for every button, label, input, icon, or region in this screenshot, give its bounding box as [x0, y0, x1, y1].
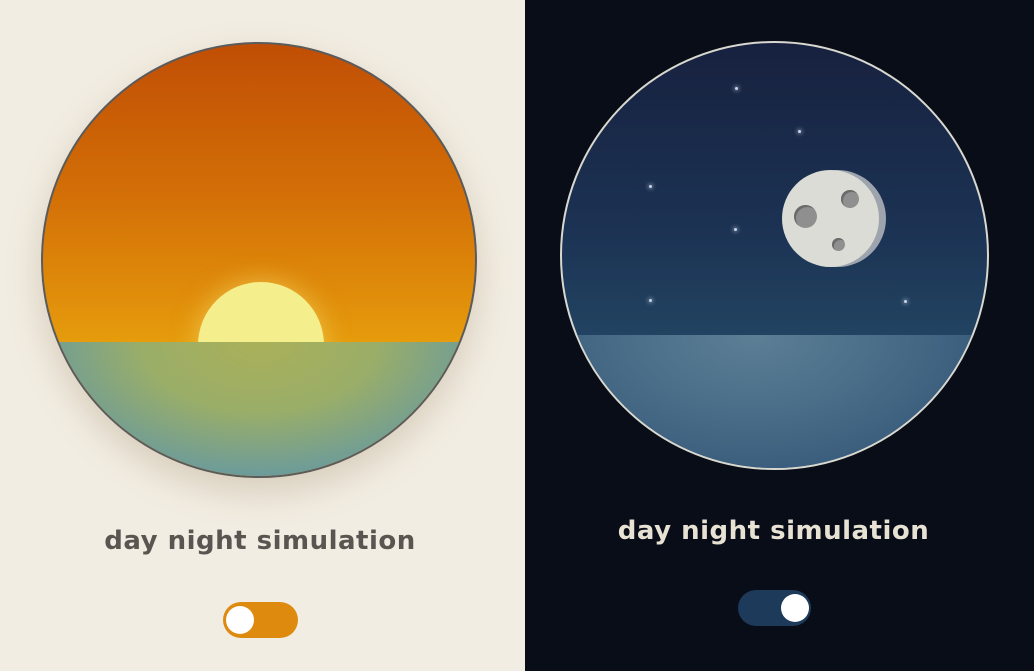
star-icon	[798, 130, 801, 133]
star-icon	[735, 87, 738, 90]
moon-crater	[832, 238, 845, 251]
toggle-knob	[226, 606, 254, 634]
star-icon	[734, 228, 737, 231]
moon-icon	[782, 170, 879, 267]
night-title: day night simulation	[617, 516, 930, 546]
night-scene	[560, 41, 989, 470]
star-icon	[904, 300, 907, 303]
day-title: day night simulation	[104, 526, 416, 556]
moon-crater	[794, 205, 817, 228]
toggle-knob	[781, 594, 809, 622]
day-sea	[43, 342, 475, 476]
night-sea	[562, 335, 987, 468]
star-icon	[649, 185, 652, 188]
day-night-toggle[interactable]	[738, 590, 811, 626]
day-night-toggle[interactable]	[223, 602, 298, 638]
star-icon	[649, 299, 652, 302]
moon-crater	[841, 190, 859, 208]
day-scene	[41, 42, 477, 478]
day-panel: day night simulation	[0, 0, 525, 671]
